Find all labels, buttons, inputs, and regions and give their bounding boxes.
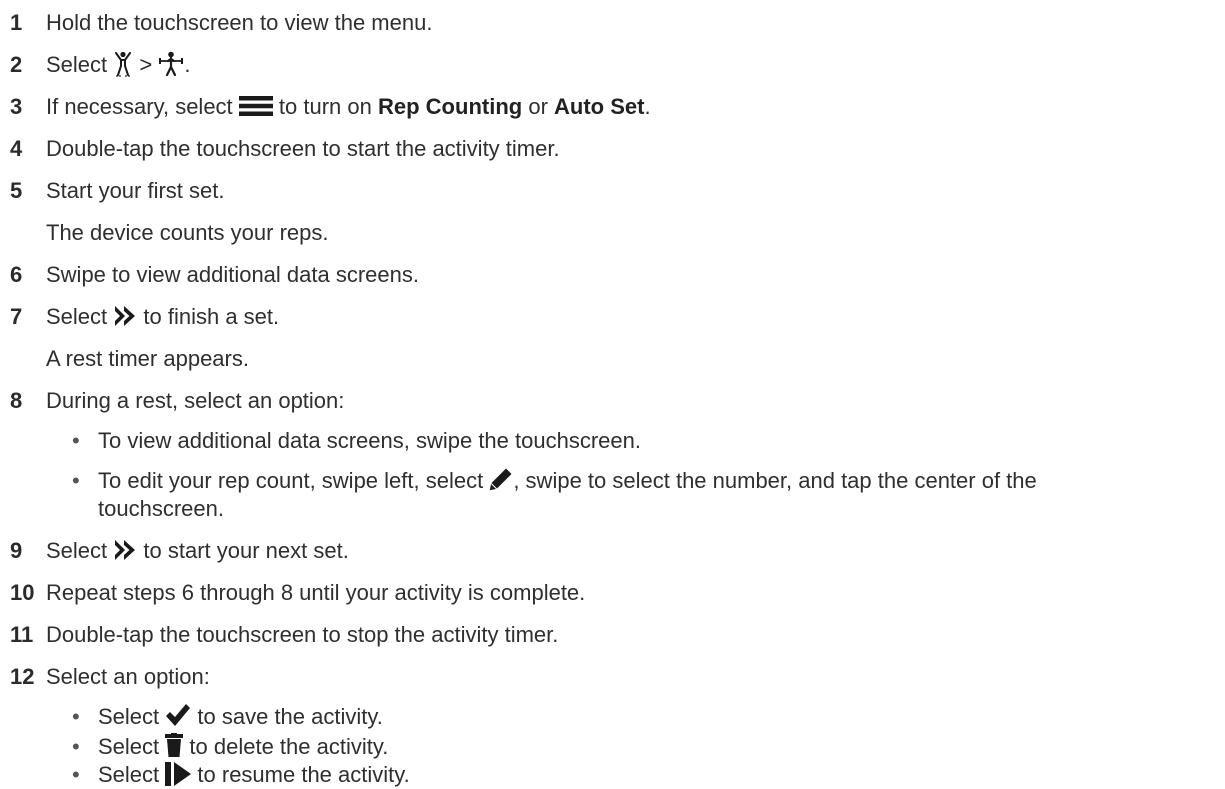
- bullet-text-pre: To edit your rep count, swipe left, sele…: [98, 468, 484, 493]
- bullet-marker: •: [72, 704, 80, 729]
- step-text: Swipe to view additional data screens.: [46, 262, 419, 287]
- bullet-text-post: to save the activity.: [197, 704, 383, 729]
- bullet-text: To edit your rep count, swipe left, sele…: [98, 468, 1037, 494]
- trash-icon: [165, 733, 184, 758]
- step-number: 11: [10, 622, 34, 647]
- select-text: Select: [98, 734, 160, 759]
- bullet-marker: •: [72, 762, 80, 787]
- select-text: Select: [98, 704, 160, 729]
- step-text: Repeat steps 6 through 8 until your acti…: [46, 580, 586, 605]
- step-text: Select to finish a set.: [46, 304, 279, 330]
- bullet-text: Select to save the activity.: [98, 704, 383, 730]
- double-chevron-icon: [113, 304, 137, 328]
- bullet-text-post: to delete the activity.: [189, 734, 389, 759]
- menu-icon: [238, 95, 273, 117]
- strength-figure-icon: [113, 51, 133, 78]
- step-text: Select to start your next set.: [46, 538, 349, 564]
- double-chevron-icon: [113, 538, 137, 562]
- step-number: 3: [10, 94, 23, 119]
- step-text: Start your first set.: [46, 178, 225, 203]
- step-number: 6: [10, 262, 23, 287]
- step-text-pre: If necessary, select: [46, 94, 233, 119]
- step-text-post: to start your next set.: [143, 538, 349, 563]
- select-text: Select: [46, 304, 108, 329]
- step-number: 10: [10, 580, 35, 605]
- step-number: 2: [10, 52, 23, 77]
- step-text: Select > .: [46, 51, 191, 79]
- step-text-post: to finish a set.: [143, 304, 280, 329]
- step-text: During a rest, select an option:: [46, 388, 345, 413]
- resume-icon: [165, 762, 192, 787]
- period: .: [644, 94, 651, 119]
- select-text: Select: [46, 52, 108, 77]
- step-text-mid: to turn on: [278, 94, 372, 119]
- step-number: 5: [10, 178, 23, 203]
- auto-set-label: Auto Set: [554, 94, 645, 119]
- bullet-text: Select to resume the activity.: [98, 762, 410, 788]
- step-text: If necessary, select to turn on Rep Coun…: [46, 94, 651, 120]
- separator: >: [139, 52, 153, 77]
- bullet-marker: •: [72, 428, 80, 453]
- step-text: Double-tap the touchscreen to start the …: [46, 136, 560, 161]
- rep-counting-label: Rep Counting: [378, 94, 523, 119]
- or-text: or: [528, 94, 548, 119]
- pencil-icon: [489, 467, 513, 491]
- step-text: Double-tap the touchscreen to stop the a…: [46, 622, 559, 647]
- step-number: 1: [10, 10, 23, 35]
- select-text: Select: [98, 762, 160, 787]
- step-result-text: The device counts your reps.: [46, 220, 329, 245]
- step-text: Hold the touchscreen to view the menu.: [46, 10, 433, 35]
- bullet-text-post: , swipe to select the number, and tap th…: [513, 468, 1037, 493]
- bullet-marker: •: [72, 468, 80, 493]
- step-number: 4: [10, 136, 23, 161]
- step-number: 9: [10, 538, 23, 563]
- bullet-text-post: to resume the activity.: [197, 762, 410, 787]
- checkmark-icon: [165, 703, 191, 727]
- bullet-text: To view additional data screens, swipe t…: [98, 428, 641, 453]
- select-text: Select: [46, 538, 108, 563]
- step-number: 7: [10, 304, 23, 329]
- step-result-text: A rest timer appears.: [46, 346, 249, 371]
- step-text: Select an option:: [46, 664, 210, 689]
- weightlifting-icon: [158, 51, 184, 77]
- bullet-text-wrap: touchscreen.: [98, 496, 224, 521]
- step-number: 8: [10, 388, 23, 413]
- bullet-text: Select to delete the activity.: [98, 733, 389, 760]
- step-number: 12: [10, 664, 35, 689]
- bullet-marker: •: [72, 734, 80, 759]
- period: .: [184, 52, 191, 77]
